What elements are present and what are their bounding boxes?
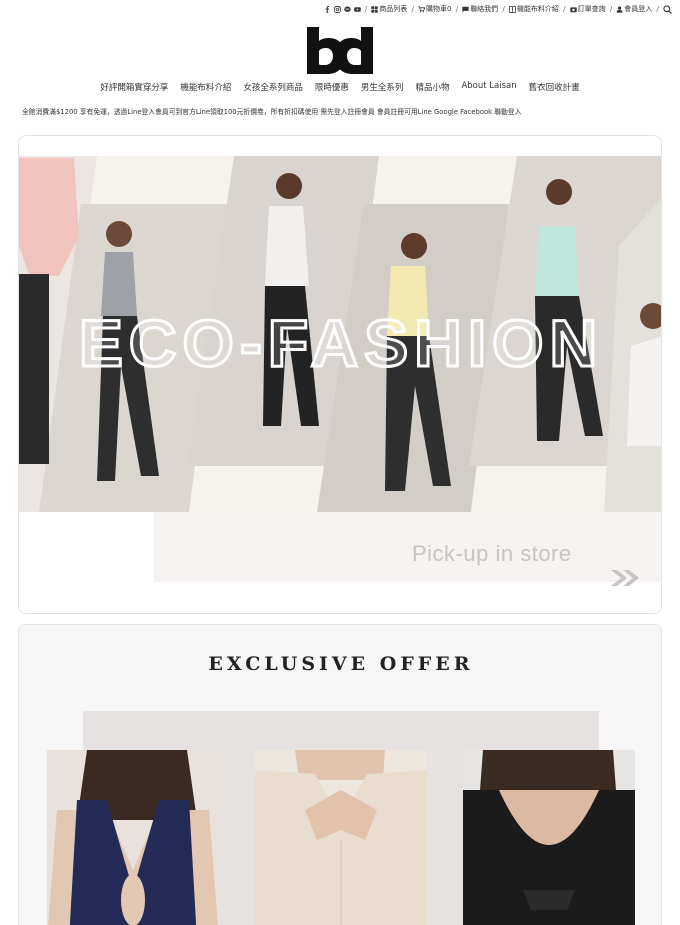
instagram-icon[interactable] xyxy=(333,5,341,13)
eco-fashion-headline: ECO-FASHION xyxy=(77,305,603,382)
facebook-icon[interactable] xyxy=(324,5,331,13)
book-icon xyxy=(509,5,516,13)
separator: / xyxy=(656,4,659,14)
cart-label: 購物車0 xyxy=(426,5,452,13)
cart-link[interactable]: 購物車0 xyxy=(418,4,451,14)
nav-item-reviews[interactable]: 好評開箱實穿分享 xyxy=(100,81,168,93)
pickup-background xyxy=(154,512,661,582)
nav-item-men[interactable]: 男生全系列 xyxy=(361,81,404,93)
order-query-link[interactable]: 訂單查詢 xyxy=(569,4,606,14)
separator: / xyxy=(502,4,505,14)
product-list-label: 商品列表 xyxy=(379,5,408,13)
exclusive-offer-card[interactable]: EXCLUSIVE OFFER xyxy=(18,624,662,925)
contact-link[interactable]: 聯絡我們 xyxy=(462,4,498,14)
product-image-navy-bra[interactable] xyxy=(47,750,219,925)
main-nav: 好評開箱實穿分享 機能布料介紹 女孩全系列商品 限時優惠 男生全系列 精品小物 … xyxy=(0,81,680,93)
user-icon xyxy=(616,5,623,13)
eco-fashion-banner[interactable]: ECO-FASHION Pick-up in store xyxy=(18,135,662,614)
pickup-in-store-text: Pick-up in store xyxy=(412,541,572,566)
product-image-beige-top[interactable] xyxy=(255,750,427,925)
chat-icon xyxy=(462,6,469,12)
nav-item-accessories[interactable]: 精品小物 xyxy=(415,81,449,93)
nav-item-sale[interactable]: 限時優惠 xyxy=(315,81,349,93)
contact-label: 聯絡我們 xyxy=(470,5,499,13)
youtube-icon[interactable] xyxy=(353,6,361,13)
brand-logo[interactable] xyxy=(305,27,375,75)
separator: / xyxy=(562,4,566,14)
camera-icon xyxy=(569,6,577,12)
member-login-label: 會員登入 xyxy=(624,5,653,13)
fabric-intro-label: 機能布料介紹 xyxy=(516,5,559,13)
cart-icon xyxy=(418,5,426,12)
product-image-black-top[interactable] xyxy=(463,750,635,925)
separator: / xyxy=(455,4,459,14)
separator: / xyxy=(609,4,613,14)
nav-item-women[interactable]: 女孩全系列商品 xyxy=(243,81,303,93)
product-list-link[interactable]: 商品列表 xyxy=(371,4,407,14)
grid-icon xyxy=(371,5,378,13)
search-icon[interactable] xyxy=(663,4,672,14)
double-chevron-right-icon[interactable] xyxy=(609,568,643,588)
separator: / xyxy=(364,4,368,14)
member-login-link[interactable]: 會員登入 xyxy=(616,4,652,14)
banner-headline: ECO-FASHION xyxy=(79,306,603,380)
fabric-intro-link[interactable]: 機能布料介紹 xyxy=(509,4,559,14)
nav-item-fabric[interactable]: 機能布料介紹 xyxy=(180,81,231,93)
nav-item-recycle[interactable]: 舊衣回收計畫 xyxy=(529,81,580,93)
promo-text: 全館消費滿$1200 享有免運，透過Line登入會員可到官方Line領取100元… xyxy=(22,108,522,116)
separator: / xyxy=(411,4,415,14)
nav-item-about[interactable]: About Laisan xyxy=(461,81,516,93)
top-utility-bar: / 商品列表 / 購物車0 / 聯絡我們 / 機能布料介紹 / 訂單查詢 / 會… xyxy=(324,2,672,16)
order-query-label: 訂單查詢 xyxy=(577,5,606,13)
offer-title: EXCLUSIVE OFFER xyxy=(208,653,474,675)
line-icon[interactable] xyxy=(343,6,351,13)
